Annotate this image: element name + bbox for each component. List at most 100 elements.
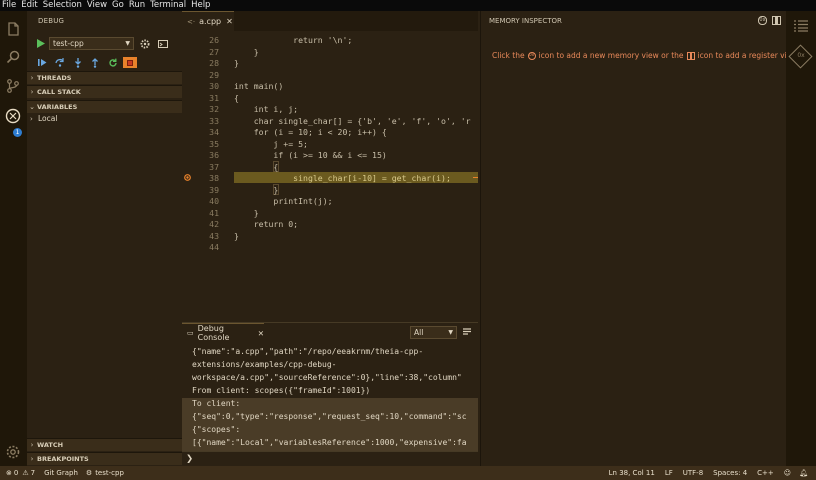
code-line-current: single_char[i-10] = get_char(i); [234, 173, 451, 183]
line-number: 28 [209, 58, 219, 68]
menu-bar: File Edit Selection View Go Run Terminal… [0, 0, 816, 11]
tab-debug-console[interactable]: ▭ Debug Console ✕ [182, 323, 264, 342]
start-debug-icon[interactable] [37, 39, 45, 48]
chevron-right-icon: › [30, 114, 33, 123]
notifications-bell-icon[interactable]: 🔔︎ [799, 469, 808, 477]
code-line: int main() [234, 81, 284, 91]
hint-text: icon to add a register view. [697, 51, 800, 60]
line-number: 42 [209, 219, 219, 229]
line-number: 44 [209, 242, 219, 252]
step-into-icon[interactable] [74, 58, 82, 68]
outline-icon[interactable] [794, 20, 808, 32]
line-number: 37 [209, 161, 219, 172]
cursor-position[interactable]: Ln 38, Col 11 [609, 469, 655, 477]
clear-console-icon[interactable] [462, 327, 472, 337]
menu-view[interactable]: View [85, 0, 110, 11]
git-graph-status[interactable]: Git Graph [44, 469, 78, 477]
watch-section-header[interactable]: › WATCH [27, 438, 182, 451]
restart-icon[interactable] [108, 58, 118, 68]
debug-icon[interactable] [3, 106, 23, 126]
console-line: [{"name":"Local","variablesReference":10… [192, 438, 467, 447]
language-mode[interactable]: C++ [757, 469, 774, 477]
warning-count[interactable]: 7 [31, 469, 35, 477]
feedback-icon[interactable]: ☺ [784, 469, 791, 477]
eol-status[interactable]: LF [665, 469, 673, 477]
menu-file[interactable]: File [0, 0, 19, 11]
code-line: } [234, 207, 259, 218]
line-number: 43 [209, 230, 219, 241]
call-stack-section-header[interactable]: › CALL STACK [27, 85, 182, 98]
menu-run[interactable]: Run [127, 0, 148, 11]
chevron-right-icon: › [30, 74, 34, 82]
variables-label: VARIABLES [37, 103, 78, 111]
encoding-status[interactable]: UTF-8 [683, 469, 703, 477]
menu-terminal[interactable]: Terminal [148, 0, 189, 11]
chevron-right-icon: › [30, 455, 34, 463]
step-over-icon[interactable] [55, 58, 65, 67]
line-number: 32 [209, 104, 219, 114]
hint-text: Click the [492, 51, 525, 60]
stop-button[interactable] [123, 57, 137, 68]
error-count[interactable]: 0 [14, 469, 18, 477]
code-line: int i, j; [234, 104, 299, 114]
menu-help[interactable]: Help [189, 0, 213, 11]
menu-edit[interactable]: Edit [19, 0, 40, 11]
debug-badge: 1 [13, 128, 22, 137]
explorer-icon[interactable] [3, 19, 23, 39]
code-line: if (i >= 10 && i <= 15) [234, 150, 387, 160]
memory-inspector-icon-label: 0x [797, 52, 805, 59]
close-icon[interactable]: ✕ [258, 329, 264, 338]
chevron-right-icon: › [30, 441, 34, 449]
debug-console-icon[interactable] [158, 40, 168, 48]
settings-gear-icon[interactable] [3, 442, 23, 462]
line-number: 40 [209, 196, 219, 206]
console-line: {"scopes": [192, 425, 241, 434]
console-line: workspace/a.cpp","sourceReference":0},"l… [192, 373, 462, 382]
code-line: } [234, 184, 279, 195]
breakpoints-section-header[interactable]: › BREAKPOINTS [27, 452, 182, 465]
debug-config-select[interactable]: test-cpp ▼ [49, 37, 134, 50]
line-number: 39 [209, 184, 219, 195]
memory-inspector-hint: Click the 0x icon to add a new memory vi… [492, 51, 799, 60]
step-out-icon[interactable] [91, 58, 99, 68]
chevron-down-icon: ▼ [125, 40, 130, 47]
menu-go[interactable]: Go [110, 0, 127, 11]
threads-section-header[interactable]: › THREADS [27, 71, 182, 84]
close-icon[interactable]: ✕ [226, 17, 233, 26]
code-editor[interactable]: 26 27 28 29 30 31 32 33 34 35 36 37 38 3… [182, 31, 478, 322]
code-line: return '\n'; [234, 35, 353, 45]
sidebar-title: DEBUG [38, 17, 65, 25]
stop-icon [127, 59, 133, 66]
console-prompt: ❯ [186, 454, 194, 464]
code-line: for (i = 10; i < 20; i++) { [234, 127, 387, 137]
line-number: 29 [209, 69, 219, 80]
status-bar: ⊗ 0 ⚠ 7 Git Graph ⚙ test-cpp Ln 38, Col … [0, 466, 816, 480]
search-icon[interactable] [3, 47, 23, 67]
tab-a-cpp[interactable]: <· a.cpp ✕ [182, 11, 234, 31]
indentation-status[interactable]: Spaces: 4 [713, 469, 747, 477]
line-number: 31 [209, 92, 219, 103]
file-cpp-icon: <· [187, 17, 196, 26]
variables-local-item[interactable]: › Local [30, 114, 57, 123]
gear-icon[interactable] [140, 39, 150, 49]
error-icon: ⊗ [6, 469, 12, 477]
source-control-icon[interactable] [3, 76, 23, 96]
debug-config-status[interactable]: test-cpp [95, 469, 124, 477]
continue-icon[interactable] [38, 58, 47, 67]
threads-label: THREADS [37, 74, 72, 82]
console-input[interactable]: ❯ [182, 451, 478, 466]
line-number: 38 [209, 173, 219, 183]
console-line: From client: scopes({"frameId":1001}) [192, 386, 371, 395]
warning-icon: ⚠ [22, 469, 29, 477]
code-line: return 0; [234, 219, 299, 229]
add-register-view-icon[interactable] [772, 16, 781, 25]
variables-section-header[interactable]: ⌄ VARIABLES [27, 100, 182, 113]
console-filter-select[interactable]: All ▼ [410, 326, 457, 339]
menu-selection[interactable]: Selection [41, 0, 85, 11]
breakpoints-label: BREAKPOINTS [37, 455, 89, 463]
console-line: extensions/examples/cpp-debug- [192, 360, 337, 369]
debug-sidebar: DEBUG test-cpp ▼ › THREADS › CALL STACK ⌄ V… [27, 11, 182, 466]
line-number: 30 [209, 81, 219, 91]
add-memory-view-icon[interactable]: 0x [758, 16, 767, 25]
line-number: 35 [209, 138, 219, 149]
